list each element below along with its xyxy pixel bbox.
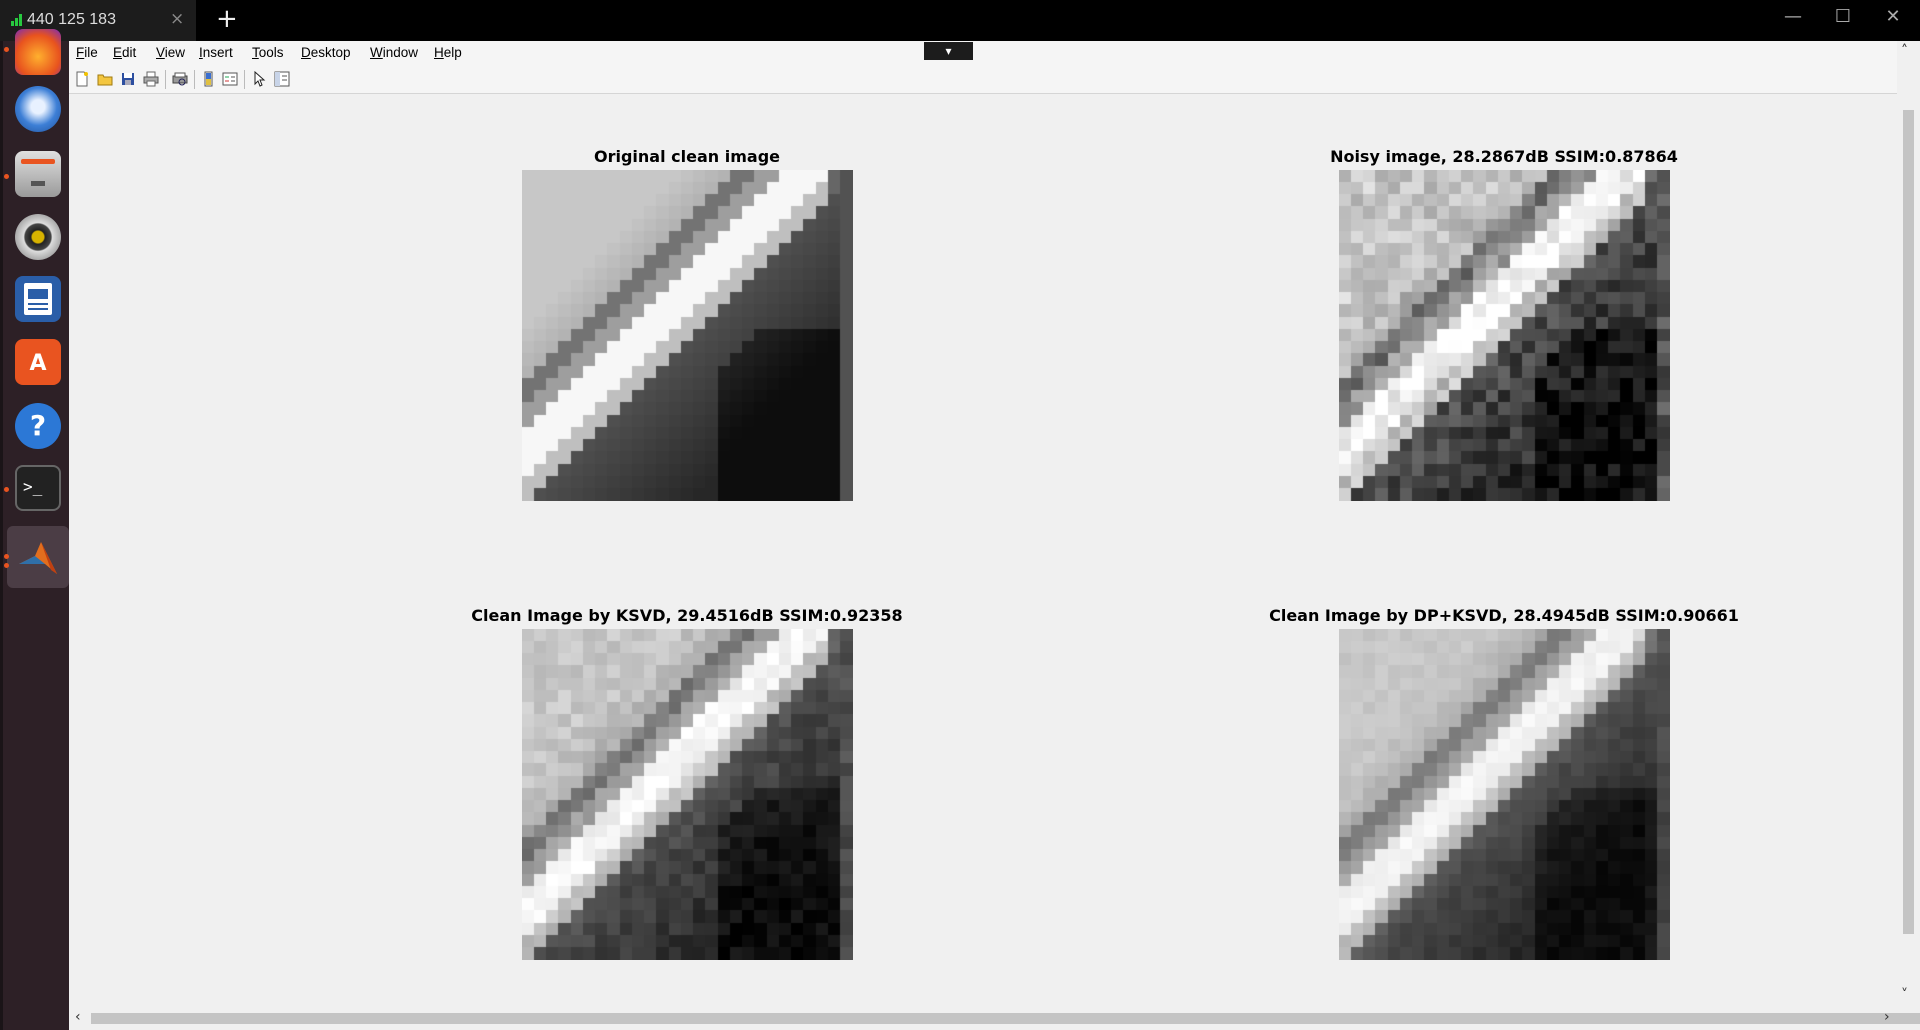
noisy-image	[1339, 170, 1670, 501]
menu-help[interactable]: Help	[434, 45, 462, 60]
toolbar-separator	[244, 70, 245, 89]
colorbar-icon[interactable]	[201, 71, 217, 87]
files-icon[interactable]	[15, 151, 61, 197]
menu-bar: File Edit View Insert Tools Desktop Window Help	[69, 41, 1897, 65]
figure-canvas: Original clean image Noisy image, 28.286…	[69, 94, 1897, 1007]
session-tab-title: 440 125 183	[27, 11, 116, 28]
close-window-button[interactable]: ✕	[1878, 6, 1908, 27]
horizontal-scroll-thumb[interactable]	[91, 1013, 1920, 1024]
menu-file[interactable]: File	[76, 45, 98, 60]
collapse-toolbar-button[interactable]: ▾	[924, 42, 973, 60]
dp-ksvd-denoised-image	[1339, 629, 1670, 960]
property-editor-icon[interactable]	[274, 71, 290, 87]
ksvd-denoised-image	[522, 629, 853, 960]
rhythmbox-icon[interactable]	[15, 214, 61, 260]
minimize-button[interactable]: —	[1778, 6, 1808, 27]
running-indicator	[4, 563, 9, 568]
maximize-button[interactable]: ☐	[1828, 6, 1858, 27]
scroll-left-icon[interactable]: ‹	[75, 1009, 81, 1025]
scroll-up-icon[interactable]: ˄	[1901, 43, 1908, 59]
figure-window: File Edit View Insert Tools Desktop Window Help…	[69, 41, 1920, 1030]
matlab-icon[interactable]	[15, 534, 61, 580]
thunderbird-icon[interactable]	[15, 86, 61, 132]
vertical-scroll-thumb[interactable]	[1903, 110, 1914, 934]
edit-plot-icon[interactable]	[251, 71, 267, 87]
menu-window[interactable]: Window	[370, 45, 418, 60]
subplot-title-noisy: Noisy image, 28.2867dB SSIM:0.87864	[1330, 147, 1678, 166]
menu-desktop[interactable]: Desktop	[301, 45, 351, 60]
subplot-title-ksvd: Clean Image by KSVD, 29.4516dB SSIM:0.92…	[471, 606, 903, 625]
menu-tools[interactable]: Tools	[252, 45, 284, 60]
print-icon[interactable]	[143, 71, 159, 87]
running-indicator	[4, 487, 9, 492]
new-figure-icon[interactable]	[74, 71, 90, 87]
menu-insert[interactable]: Insert	[199, 45, 233, 60]
save-icon[interactable]	[120, 71, 136, 87]
scroll-right-icon[interactable]: ›	[1884, 1009, 1890, 1025]
menu-view[interactable]: View	[156, 45, 185, 60]
legend-icon[interactable]	[222, 71, 238, 87]
subplot-title-original: Original clean image	[594, 147, 780, 166]
close-tab-button[interactable]: ×	[170, 9, 184, 29]
horizontal-scrollbar[interactable]: ‹ ›	[69, 1007, 1920, 1030]
running-indicator	[4, 174, 9, 179]
new-tab-button[interactable]: +	[216, 4, 238, 34]
toolbar-separator	[165, 70, 166, 89]
remote-session-tabbar: 440 125 183 × + — ☐ ✕	[0, 0, 1920, 41]
firefox-icon[interactable]	[15, 29, 61, 75]
menu-edit[interactable]: Edit	[113, 45, 136, 60]
running-indicator	[4, 47, 9, 52]
application-dock: A ? >_	[0, 29, 69, 1030]
vertical-scrollbar[interactable]: ˄ ˅	[1897, 41, 1920, 1007]
signal-strength-icon	[11, 14, 25, 26]
original-clean-image	[522, 170, 853, 501]
print-preview-icon[interactable]	[172, 71, 188, 87]
running-indicator	[4, 554, 9, 559]
terminal-icon[interactable]: >_	[15, 465, 61, 511]
writer-icon[interactable]	[15, 276, 61, 322]
subplot-title-dp-ksvd: Clean Image by DP+KSVD, 28.4945dB SSIM:0…	[1269, 606, 1739, 625]
toolbar-separator	[194, 70, 195, 89]
help-icon[interactable]: ?	[15, 403, 61, 449]
scroll-down-icon[interactable]: ˅	[1901, 987, 1908, 1003]
software-icon[interactable]: A	[15, 339, 61, 385]
open-file-icon[interactable]	[97, 71, 113, 87]
figure-toolbar	[69, 65, 1897, 94]
